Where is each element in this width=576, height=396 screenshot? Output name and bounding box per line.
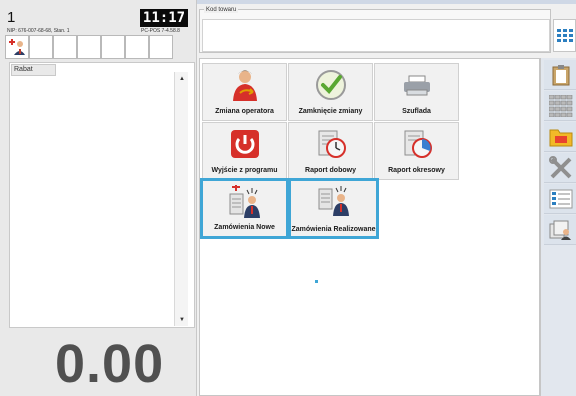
operator-slots: [5, 35, 173, 59]
pos-window: 1 11:17 NIP: 676-007-68-68, Stan. 1 PC-P…: [0, 0, 576, 396]
operator-slot[interactable]: [29, 35, 53, 59]
period-report-clock-icon: [404, 130, 432, 158]
tile-szuflada[interactable]: Szuflada: [374, 63, 459, 121]
receipt-list[interactable]: [9, 62, 195, 328]
daily-report-clock-icon: [318, 130, 346, 158]
tile-zmiana-operatora[interactable]: Zmiana operatora: [202, 63, 287, 121]
keypad-button[interactable]: [553, 19, 576, 52]
operator-avatar-icon: [9, 39, 25, 55]
folder-button[interactable]: [544, 122, 576, 152]
tile-raport-okresowy[interactable]: Raport okresowy: [374, 122, 459, 180]
receipt-scrollbar[interactable]: ▲ ▼: [174, 72, 188, 326]
keypad-icon: [556, 28, 573, 42]
tile-zamowienia-nowe[interactable]: Zamówienia Nowe: [200, 178, 289, 239]
right-toolbar: [540, 58, 576, 396]
rabat-label: Rabat: [11, 64, 56, 76]
tile-raport-dobowy[interactable]: Raport dobowy: [288, 122, 373, 180]
nip-line: NIP: 676-007-68-68, Stan. 1: [7, 28, 70, 34]
operator-slot-active[interactable]: [5, 35, 29, 59]
tile-label: Szuflada: [402, 108, 431, 115]
price-list-button[interactable]: [544, 184, 576, 214]
operator-change-icon: [232, 70, 257, 101]
orders-in-progress-icon: [318, 186, 349, 216]
operator-slot[interactable]: [77, 35, 101, 59]
register-number: 1: [7, 9, 16, 26]
calculator-button[interactable]: [544, 91, 576, 121]
tile-label: Raport dobowy: [305, 167, 356, 174]
product-code-label: Kod towaru: [204, 7, 239, 13]
operator-slot[interactable]: [101, 35, 125, 59]
product-code-input[interactable]: [202, 19, 550, 52]
operator-slot[interactable]: [149, 35, 173, 59]
focus-dot: [315, 280, 318, 283]
function-panel: Zmiana operatora Zamknięcie zmiany Szufl…: [199, 58, 540, 396]
users-cards-icon: [549, 220, 571, 240]
tile-wyjscie-z-programu[interactable]: Wyjście z programu: [202, 122, 287, 180]
tile-label: Zmiana operatora: [215, 108, 274, 115]
tile-label: Raport okresowy: [388, 167, 445, 174]
scroll-up-button[interactable]: ▲: [175, 72, 189, 85]
clipboard-button[interactable]: [544, 60, 576, 90]
scroll-down-button[interactable]: ▼: [175, 313, 189, 326]
tools-button[interactable]: [544, 153, 576, 183]
tile-label: Wyjście z programu: [211, 167, 278, 174]
calculator-grid-icon: [548, 94, 572, 117]
total-amount: 0.00: [55, 334, 165, 394]
folder-icon: [549, 129, 572, 146]
tile-label: Zamknięcie zmiany: [298, 108, 363, 115]
operator-slot[interactable]: [125, 35, 149, 59]
cash-drawer-printer-icon: [403, 75, 430, 96]
operator-slot[interactable]: [53, 35, 77, 59]
clock: 11:17: [140, 9, 188, 27]
close-shift-check-icon: [315, 70, 346, 100]
users-cards-button[interactable]: [544, 215, 576, 245]
tile-zamowienia-realizowane[interactable]: Zamówienia Realizowane: [288, 178, 379, 239]
power-exit-icon: [230, 130, 259, 158]
price-list-icon: [549, 189, 572, 208]
tile-label: Zamówienia Nowe: [214, 224, 275, 231]
tile-zamkniecie-zmiany[interactable]: Zamknięcie zmiany: [288, 63, 373, 121]
version-label: PC-POS 7-4.58.8: [141, 28, 180, 34]
new-orders-icon: [229, 185, 260, 218]
clipboard-icon: [552, 64, 569, 85]
tile-label: Zamówienia Realizowane: [291, 226, 376, 233]
tools-icon: [548, 155, 571, 178]
